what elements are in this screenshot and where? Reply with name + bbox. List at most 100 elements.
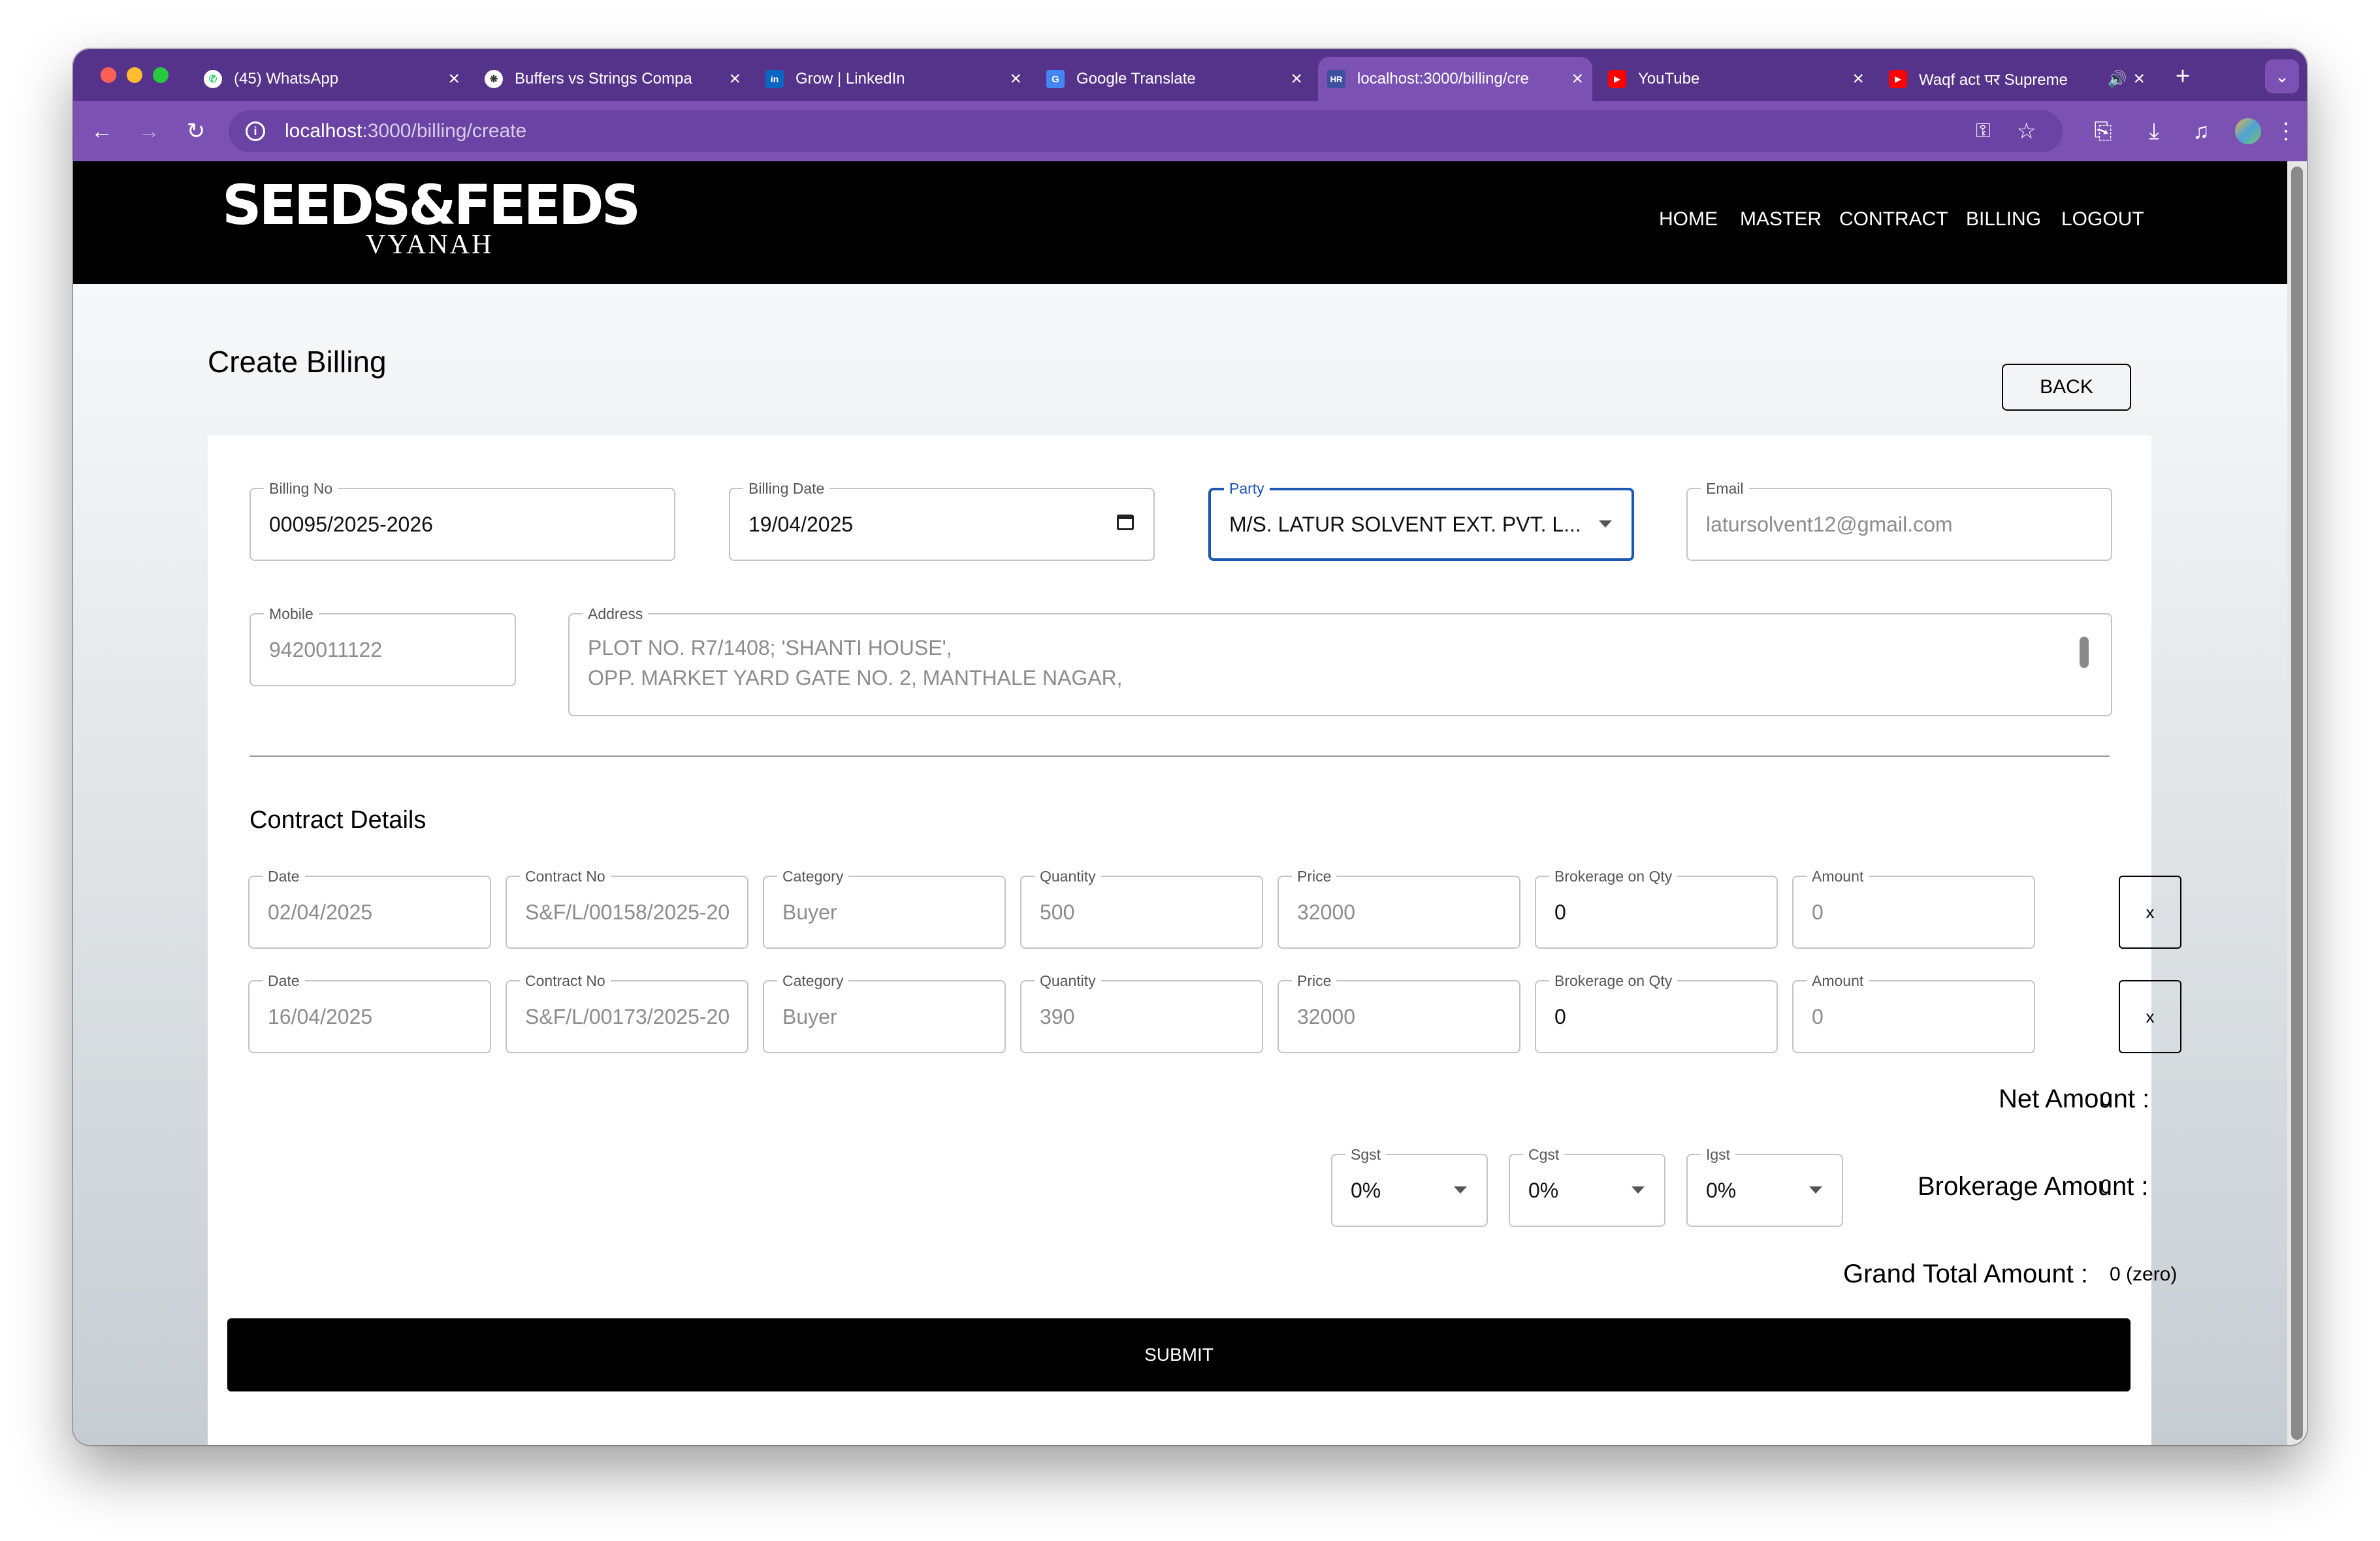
zoom-window-button[interactable] <box>153 67 169 83</box>
youtube-icon: ▶ <box>1608 70 1626 88</box>
cgst-select[interactable]: Cgst 0% <box>1509 1146 1665 1227</box>
email-field[interactable]: Email latursolvent12@gmail.com <box>1686 480 2112 561</box>
close-tab-icon[interactable]: × <box>2133 68 2145 90</box>
contract-no-value: S&F/L/00173/2025-20 <box>525 1004 729 1028</box>
tab-linkedin[interactable]: in Grow | LinkedIn × <box>756 57 1031 101</box>
submit-button[interactable]: SUBMIT <box>227 1318 2131 1391</box>
brokerage-qty-value: 0 <box>1554 1004 1566 1028</box>
calendar-icon[interactable] <box>1117 515 1134 530</box>
url-path: :3000/billing/create <box>362 120 527 142</box>
back-button[interactable]: BACK <box>2002 364 2131 411</box>
logo-subtitle: VYANAH <box>366 230 494 260</box>
chevron-down-icon[interactable] <box>1809 1186 1822 1194</box>
tab-strip: ✆ (45) WhatsApp × ❋ Buffers vs Strings C… <box>73 49 2307 101</box>
site-info-icon[interactable]: i <box>246 121 265 141</box>
address-text: PLOT NO. R7/1408; 'SHANTI HOUSE', OPP. M… <box>588 633 2072 693</box>
billing-no-field[interactable]: Billing No 00095/2025-2026 <box>249 480 675 561</box>
close-tab-icon[interactable]: × <box>1291 68 1302 90</box>
brokerage-amount-value: 0 <box>2100 1176 2112 1198</box>
amount-field[interactable]: Amount 0 <box>1792 972 2035 1053</box>
contract-no-field[interactable]: Contract No S&F/L/00158/2025-20 <box>506 868 748 949</box>
media-controls-icon[interactable]: ♫ <box>2183 113 2219 150</box>
contract-no-field[interactable]: Contract No S&F/L/00173/2025-20 <box>506 972 748 1053</box>
address-line-1: PLOT NO. R7/1408; 'SHANTI HOUSE', <box>588 636 952 659</box>
back-arrow-icon[interactable]: ← <box>84 113 120 150</box>
price-field[interactable]: Price 32000 <box>1278 972 1520 1053</box>
amount-field[interactable]: Amount 0 <box>1792 868 2035 949</box>
minimize-window-button[interactable] <box>127 67 142 83</box>
price-value: 32000 <box>1297 1004 1355 1028</box>
chevron-down-icon[interactable] <box>1454 1186 1467 1194</box>
mobile-field[interactable]: Mobile 9420011122 <box>249 605 516 686</box>
tab-whatsapp[interactable]: ✆ (45) WhatsApp × <box>195 57 469 101</box>
nav-home[interactable]: HOME <box>1659 208 1718 230</box>
billing-date-value: 19/04/2025 <box>748 512 854 536</box>
youtube-icon: ▶ <box>1889 70 1907 88</box>
whatsapp-icon: ✆ <box>204 70 222 88</box>
nav-billing[interactable]: BILLING <box>1966 208 2041 230</box>
url-host: localhost <box>285 120 362 142</box>
close-tab-icon[interactable]: × <box>1010 68 1021 90</box>
address-field[interactable]: Address PLOT NO. R7/1408; 'SHANTI HOUSE'… <box>568 605 2112 716</box>
hr-icon: HR <box>1327 70 1345 88</box>
igst-select[interactable]: Igst 0% <box>1686 1146 1843 1227</box>
chevron-down-icon[interactable] <box>1632 1186 1645 1194</box>
price-field[interactable]: Price 32000 <box>1278 868 1520 949</box>
quantity-value: 500 <box>1040 900 1075 924</box>
nav-logout[interactable]: LOGOUT <box>2061 208 2144 230</box>
tab-google-translate[interactable]: G Google Translate × <box>1037 57 1311 101</box>
bookmark-star-icon[interactable]: ☆ <box>2017 118 2036 144</box>
party-select[interactable]: Party M/S. LATUR SOLVENT EXT. PVT. L... <box>1208 480 1634 561</box>
contract-date-field[interactable]: Date 16/04/2025 <box>248 972 491 1053</box>
openai-icon: ❋ <box>485 70 503 88</box>
close-window-button[interactable] <box>101 67 116 83</box>
address-bar[interactable]: i localhost:3000/billing/create ⚿ ☆ <box>229 110 2063 152</box>
brokerage-qty-field[interactable]: Brokerage on Qty 0 <box>1535 972 1778 1053</box>
chevron-down-icon[interactable] <box>1599 520 1612 528</box>
contract-date-field[interactable]: Date 02/04/2025 <box>248 868 491 949</box>
logo-wordmark[interactable]: SEEDS&FEEDS <box>222 173 641 237</box>
speaker-icon[interactable]: 🔊 <box>2108 70 2127 89</box>
quantity-field[interactable]: Quantity 500 <box>1020 868 1263 949</box>
tab-youtube[interactable]: ▶ YouTube × <box>1599 57 1873 101</box>
category-field[interactable]: Category Buyer <box>763 972 1006 1053</box>
tab-title: Buffers vs Strings Compa <box>515 70 692 87</box>
download-icon[interactable]: ⤓ <box>2136 113 2172 150</box>
category-field[interactable]: Category Buyer <box>763 868 1006 949</box>
browser-toolbar: ← → ↻ i localhost:3000/billing/create ⚿ … <box>73 101 2307 161</box>
quantity-field[interactable]: Quantity 390 <box>1020 972 1263 1053</box>
new-tab-button[interactable]: + <box>2163 57 2202 96</box>
sgst-select[interactable]: Sgst 0% <box>1331 1146 1488 1227</box>
billing-form-card: Billing No 00095/2025-2026 Billing Date … <box>208 436 2181 1445</box>
close-tab-icon[interactable]: × <box>729 68 741 90</box>
remove-contract-button[interactable]: x <box>2119 876 2181 949</box>
google-translate-icon: G <box>1046 70 1065 88</box>
billing-no-value: 00095/2025-2026 <box>269 512 433 536</box>
profile-avatar[interactable] <box>2230 113 2266 150</box>
forward-arrow-icon[interactable]: → <box>131 113 167 150</box>
password-key-icon[interactable]: ⚿ <box>1976 120 1991 142</box>
billing-date-field[interactable]: Billing Date 19/04/2025 <box>729 480 1155 561</box>
email-value: latursolvent12@gmail.com <box>1706 512 1953 536</box>
tab-waqf-act[interactable]: ▶ Waqf act पर Supreme 🔊 × <box>1880 57 2154 101</box>
close-tab-icon[interactable]: × <box>1852 68 1864 90</box>
net-amount-value: 0 <box>2100 1088 2112 1110</box>
tab-title: Waqf act पर Supreme <box>1919 71 2068 89</box>
tab-title: (45) WhatsApp <box>234 70 339 87</box>
brokerage-qty-field[interactable]: Brokerage on Qty 0 <box>1535 868 1778 949</box>
nav-contract[interactable]: CONTRACT <box>1839 208 1948 230</box>
category-value: Buyer <box>782 1004 837 1028</box>
tab-title: localhost:3000/billing/cre <box>1357 70 1529 87</box>
tab-buffers-vs-strings[interactable]: ❋ Buffers vs Strings Compa × <box>475 57 750 101</box>
nav-master[interactable]: MASTER <box>1740 208 1822 230</box>
page-scrollbar-thumb[interactable] <box>2291 167 2303 1440</box>
extensions-icon[interactable]: ⎘ <box>2085 113 2121 150</box>
tab-billing-create[interactable]: HR localhost:3000/billing/cre × <box>1318 57 1592 101</box>
close-tab-icon[interactable]: × <box>448 68 460 90</box>
remove-contract-button[interactable]: x <box>2119 980 2181 1053</box>
reload-icon[interactable]: ↻ <box>178 113 214 150</box>
tab-search-button[interactable]: ⌄ <box>2265 59 2299 93</box>
browser-menu-icon[interactable]: ⋮ <box>2268 113 2304 150</box>
close-tab-icon[interactable]: × <box>1571 68 1583 90</box>
address-scrollbar[interactable] <box>2080 637 2089 668</box>
